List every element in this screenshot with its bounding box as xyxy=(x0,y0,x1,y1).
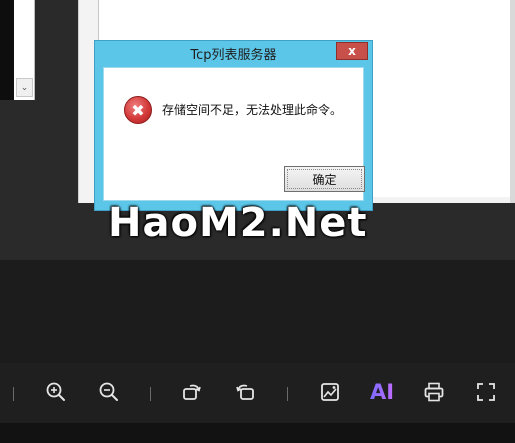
toolbar-separator xyxy=(287,387,288,401)
rotate-left-button[interactable] xyxy=(230,377,260,407)
image-edit-icon xyxy=(321,383,339,401)
image-viewer: ⌄ Tcp列表服务器 x ✖ 存储空间不足，无法处理此命令。 确定 HaoM2.… xyxy=(0,0,515,443)
zoom-out-button[interactable] xyxy=(94,377,124,407)
image-edit-button[interactable] xyxy=(315,377,345,407)
rotate-right-button[interactable] xyxy=(177,377,207,407)
fullscreen-icon xyxy=(477,383,495,401)
print-icon xyxy=(424,382,444,402)
zoom-out-icon xyxy=(99,382,118,401)
close-icon: x xyxy=(348,44,356,58)
ok-button[interactable]: 确定 xyxy=(284,166,365,192)
scroll-down-arrow-icon[interactable]: ⌄ xyxy=(16,78,33,97)
watermark: HaoM2.Net xyxy=(108,200,368,246)
bottom-strip xyxy=(0,423,515,443)
error-icon: ✖ xyxy=(124,96,152,124)
viewer-canvas-lower xyxy=(0,260,515,363)
viewer-toolbar: AI xyxy=(0,363,515,423)
ai-button[interactable]: AI xyxy=(367,377,397,407)
toolbar-separator xyxy=(150,387,151,401)
toolbar-separator xyxy=(13,387,14,401)
rotate-left-icon xyxy=(236,384,254,400)
dialog-title: Tcp列表服务器 xyxy=(190,47,277,63)
background-window-edge xyxy=(510,0,515,203)
zoom-in-button[interactable] xyxy=(41,377,71,407)
print-button[interactable] xyxy=(419,377,449,407)
zoom-in-icon xyxy=(46,382,65,401)
ai-icon: AI xyxy=(369,380,395,404)
fullscreen-button[interactable] xyxy=(471,377,501,407)
dialog-body: ✖ 存储空间不足，无法处理此命令。 确定 xyxy=(103,67,365,201)
error-message: 存储空间不足，无法处理此命令。 xyxy=(162,103,343,117)
rotate-right-icon xyxy=(183,384,201,400)
left-window-shadow xyxy=(0,0,14,100)
error-dialog: Tcp列表服务器 x ✖ 存储空间不足，无法处理此命令。 确定 xyxy=(94,40,373,211)
close-button[interactable]: x xyxy=(336,42,368,60)
